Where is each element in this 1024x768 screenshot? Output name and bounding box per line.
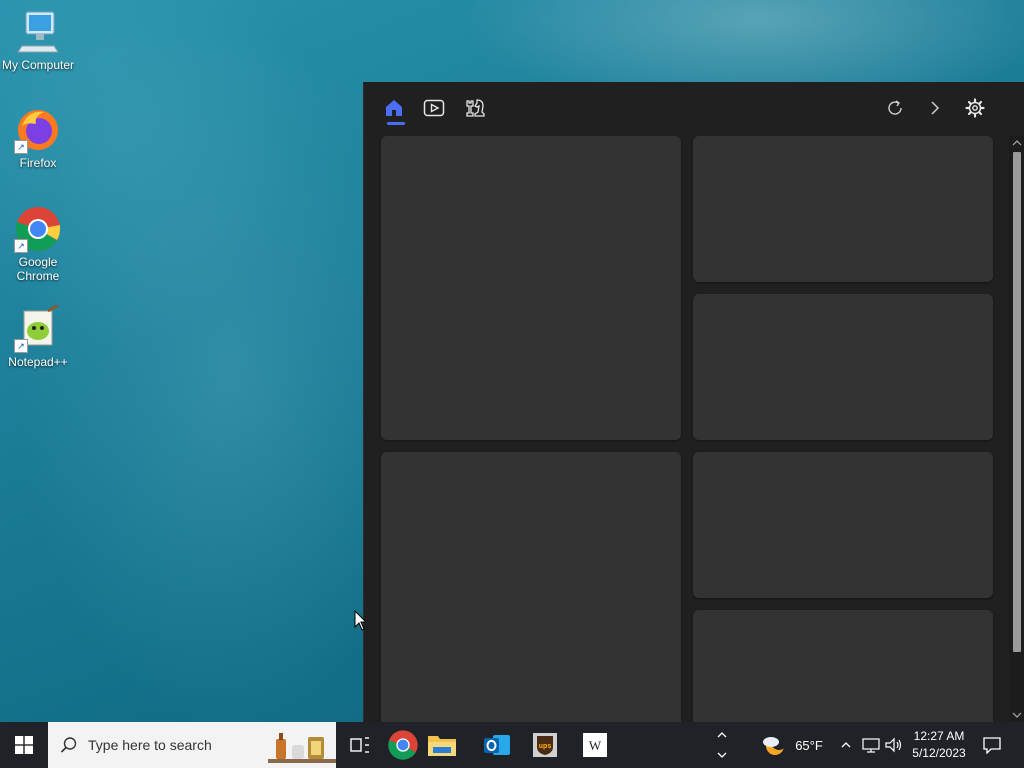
firefox-icon: ↗ bbox=[14, 106, 62, 154]
desktop-icon-label: Google Chrome bbox=[16, 255, 60, 283]
widget-card-5[interactable] bbox=[693, 452, 993, 598]
scroll-up-arrow[interactable] bbox=[1009, 136, 1024, 150]
notepadpp-icon: ↗ bbox=[14, 303, 62, 353]
taskbar: Type here to search ups W 65°F 12:27 AM … bbox=[0, 722, 1024, 768]
refresh-button[interactable] bbox=[879, 94, 911, 122]
chrome-icon bbox=[388, 730, 418, 760]
weather-widget[interactable]: 65°F bbox=[752, 722, 832, 768]
scroll-down-arrow[interactable] bbox=[1009, 708, 1024, 722]
svg-text:W: W bbox=[589, 738, 602, 753]
volume-button[interactable] bbox=[883, 722, 905, 768]
desktop-icon-label: Notepad++ bbox=[8, 355, 68, 369]
active-tab-indicator bbox=[387, 122, 405, 125]
taskbar-wikipedia[interactable]: W bbox=[574, 722, 616, 768]
forward-button[interactable] bbox=[919, 94, 951, 122]
search-highlight-illustration-icon bbox=[268, 733, 336, 763]
network-button[interactable] bbox=[860, 722, 882, 768]
shortcut-arrow-icon: ↗ bbox=[14, 140, 28, 154]
widget-card-3[interactable] bbox=[693, 294, 993, 440]
widget-card-6[interactable] bbox=[693, 610, 993, 722]
taskbar-overflow-scroll[interactable] bbox=[712, 722, 732, 768]
outlook-icon bbox=[484, 735, 510, 755]
chrome-icon: ↗ bbox=[14, 205, 62, 253]
widget-card-1[interactable] bbox=[381, 136, 681, 440]
widgets-panel bbox=[363, 82, 1024, 722]
start-button[interactable] bbox=[0, 722, 48, 768]
taskbar-ups[interactable]: ups bbox=[524, 722, 566, 768]
taskbar-file-explorer[interactable] bbox=[422, 722, 462, 768]
home-tab-button[interactable] bbox=[378, 94, 410, 122]
taskbar-clock[interactable]: 12:27 AM 5/12/2023 bbox=[906, 728, 972, 762]
file-explorer-icon bbox=[428, 736, 456, 756]
network-icon bbox=[862, 738, 880, 753]
widget-card-2[interactable] bbox=[693, 136, 993, 282]
scroll-thumb[interactable] bbox=[1013, 152, 1021, 652]
widgets-scrollbar[interactable] bbox=[1009, 136, 1024, 722]
task-view-button[interactable] bbox=[340, 722, 380, 768]
play-video-icon bbox=[423, 99, 445, 117]
chevron-down-icon bbox=[717, 752, 727, 758]
desktop-icon-notepadpp[interactable]: ↗ Notepad++ bbox=[0, 303, 76, 369]
svg-text:ups: ups bbox=[539, 743, 552, 750]
show-hidden-icons-chevron bbox=[841, 742, 851, 748]
refresh-icon bbox=[888, 100, 902, 115]
notification-center-button[interactable] bbox=[976, 722, 1008, 768]
chess-icon bbox=[466, 99, 485, 117]
clock-date: 5/12/2023 bbox=[912, 746, 966, 760]
partly-cloudy-night-icon bbox=[763, 734, 788, 755]
desktop-icon-google-chrome[interactable]: ↗ Google Chrome bbox=[0, 205, 76, 283]
show-hidden-icons-button[interactable] bbox=[836, 722, 856, 768]
desktop-icon-my-computer[interactable]: My Computer bbox=[0, 8, 76, 72]
search-icon bbox=[60, 737, 77, 753]
desktop-icon-firefox[interactable]: ↗ Firefox bbox=[0, 106, 76, 170]
widget-card-4[interactable] bbox=[381, 452, 681, 722]
settings-gear-icon bbox=[965, 98, 985, 118]
video-tab-button[interactable] bbox=[418, 94, 450, 122]
weather-temperature: 65°F bbox=[795, 737, 823, 753]
home-icon bbox=[386, 100, 402, 116]
windows-logo-icon bbox=[15, 736, 33, 754]
chevron-up-icon bbox=[717, 732, 727, 738]
task-view-icon bbox=[350, 737, 369, 753]
ups-icon: ups bbox=[533, 733, 557, 757]
shortcut-arrow-icon: ↗ bbox=[14, 339, 28, 353]
shortcut-arrow-icon: ↗ bbox=[14, 239, 28, 253]
computer-icon bbox=[14, 8, 62, 56]
settings-button[interactable] bbox=[959, 94, 991, 122]
search-placeholder: Type here to search bbox=[88, 737, 212, 753]
wikipedia-icon: W bbox=[583, 733, 607, 757]
widgets-toolbar bbox=[364, 82, 1024, 134]
taskbar-outlook[interactable] bbox=[476, 722, 518, 768]
chevron-right-icon bbox=[931, 101, 940, 115]
clock-time: 12:27 AM bbox=[913, 729, 965, 743]
taskbar-search-box[interactable]: Type here to search bbox=[48, 722, 336, 768]
volume-icon bbox=[885, 737, 902, 753]
notification-icon bbox=[983, 737, 1001, 754]
chess-tab-button[interactable] bbox=[459, 94, 491, 122]
desktop-icon-label: Firefox bbox=[19, 156, 57, 170]
taskbar-chrome[interactable] bbox=[382, 722, 424, 768]
desktop-icon-label: My Computer bbox=[1, 58, 75, 72]
mouse-cursor bbox=[354, 609, 368, 637]
